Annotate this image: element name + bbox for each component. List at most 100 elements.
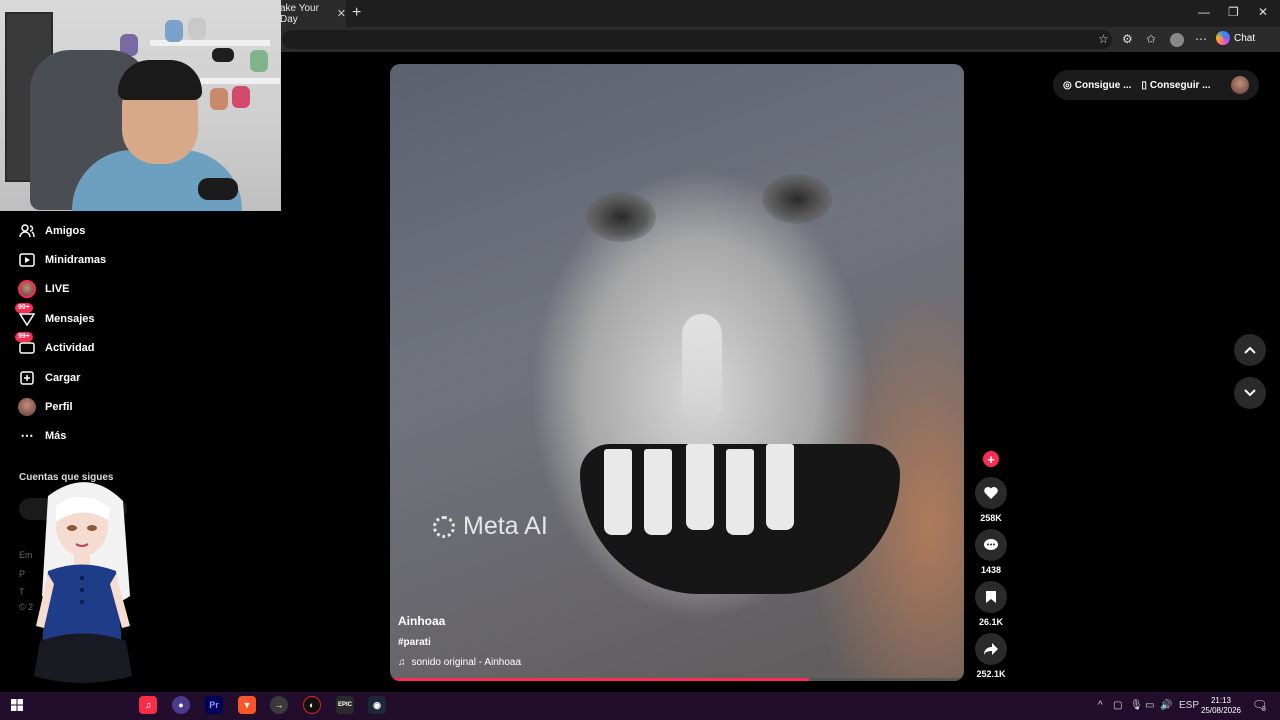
next-video-button[interactable]: [1234, 377, 1266, 409]
like-button[interactable]: [975, 477, 1007, 509]
tray-app-icon[interactable]: ▢: [1113, 700, 1122, 711]
messages-icon: 99+: [15, 302, 36, 328]
sidebar-item-label: Perfil: [45, 401, 73, 414]
chevron-up-icon: [1244, 346, 1256, 354]
share-count: 252.1K: [976, 669, 1006, 679]
vtuber-character-overlay: [34, 482, 132, 683]
save-button[interactable]: [975, 581, 1007, 613]
sidebar-item-label: LIVE: [45, 283, 70, 296]
sidebar-item-label: Amigos: [45, 224, 86, 237]
get-app-label: Conseguir ...: [1149, 79, 1211, 91]
sidebar-item-minidramas[interactable]: Minidramas: [0, 245, 160, 274]
profile-avatar: [18, 398, 36, 417]
clock[interactable]: 21:13 25/08/2026: [1198, 696, 1244, 716]
profile-avatar-icon[interactable]: [1170, 33, 1184, 47]
steam-app-icon[interactable]: ◉: [368, 696, 386, 714]
music-app-icon[interactable]: ♫: [139, 696, 157, 714]
account-avatar[interactable]: [1231, 76, 1249, 94]
webcam-figure: [212, 48, 234, 62]
chevron-up-tray-icon[interactable]: ^: [1098, 700, 1103, 711]
extensions-icon[interactable]: ⚙: [1122, 32, 1133, 46]
coins-icon: ◎: [1063, 79, 1072, 91]
tab-active[interactable]: ake Your Day ✕: [270, 0, 346, 27]
live-avatar-image: [18, 280, 36, 299]
webcam-microphone: [198, 178, 238, 200]
film-icon: [18, 251, 36, 269]
video-face-tooth: [726, 449, 754, 535]
video-sound-label: sonido original - Ainhoaa: [411, 657, 522, 668]
video-face-tooth: [644, 449, 672, 535]
language-indicator[interactable]: ESP: [1179, 700, 1199, 711]
get-coins-button[interactable]: ◎ Consigue ...: [1063, 80, 1131, 91]
restore-button[interactable]: ❐: [1228, 5, 1239, 19]
volume-icon[interactable]: 🔊: [1160, 700, 1172, 711]
more-menu-icon[interactable]: ⋯: [1195, 32, 1207, 46]
friends-icon: [18, 222, 36, 240]
video-face-eye: [762, 174, 832, 224]
share-icon: [984, 643, 998, 655]
notifications-count: 3: [1262, 706, 1266, 713]
sidebar-item-mas[interactable]: ⋯ Más: [0, 422, 160, 451]
sidebar-item-amigos[interactable]: Amigos: [0, 216, 160, 245]
sidebar-item-mensajes[interactable]: 99+ Mensajes: [0, 302, 160, 333]
like-count: 258K: [980, 513, 1002, 523]
video-hashtag[interactable]: #parati: [398, 637, 431, 648]
sidebar-item-actividad[interactable]: 99+ Actividad: [0, 332, 160, 363]
activity-icon: 99+: [15, 332, 36, 357]
top-right-actions: ◎ Consigue ... ▯ Conseguir ...: [1053, 70, 1259, 100]
video-author[interactable]: Ainhoaa: [398, 614, 445, 628]
video-face-eye: [586, 192, 656, 242]
webcam-figure: [232, 86, 250, 108]
copilot-chat-button[interactable]: Chat: [1216, 31, 1255, 45]
epic-games-icon[interactable]: EPIC: [336, 696, 354, 714]
window-close-button[interactable]: ✕: [1258, 5, 1268, 19]
sidebar-item-live[interactable]: LIVE: [0, 275, 160, 304]
video-player[interactable]: Meta AI Ainhoaa #parati ♫ sonido origina…: [390, 64, 964, 681]
copilot-icon: [1216, 31, 1230, 45]
music-note-icon: ♫: [398, 657, 406, 668]
microphone-icon[interactable]: 🎙: [1130, 700, 1143, 711]
chat-label: Chat: [1234, 32, 1256, 44]
share-button[interactable]: [975, 633, 1007, 665]
minimize-button[interactable]: —: [1198, 5, 1210, 19]
network-icon[interactable]: ▭: [1145, 700, 1154, 711]
video-progress-bar[interactable]: [390, 678, 964, 681]
live-avatar: [18, 280, 36, 299]
comment-button[interactable]: [975, 529, 1007, 561]
windows-start-icon[interactable]: [8, 696, 26, 714]
new-tab-button[interactable]: +: [352, 4, 361, 22]
app-icon[interactable]: →: [270, 696, 288, 714]
sidebar-item-perfil[interactable]: Perfil: [0, 392, 160, 421]
video-face-tooth: [766, 444, 794, 530]
webcam-person-hair: [118, 60, 202, 100]
save-count: 26.1K: [978, 617, 1004, 627]
webcam-figure: [165, 20, 183, 42]
upload-icon: [18, 369, 36, 387]
sidebar-item-cargar[interactable]: Cargar: [0, 363, 160, 392]
profile-avatar-image: [18, 398, 36, 417]
video-sound[interactable]: ♫ sonido original - Ainhoaa: [398, 657, 521, 668]
activity-badge: 99+: [15, 332, 33, 343]
brave-app-icon[interactable]: ▼: [238, 696, 256, 714]
follow-plus-button[interactable]: +: [983, 451, 999, 467]
sidebar-item-label: Mensajes: [45, 312, 95, 325]
get-app-button[interactable]: ▯ Conseguir ...: [1141, 80, 1210, 91]
tab-title: ake Your Day: [280, 2, 319, 25]
premiere-app-icon[interactable]: Pr: [205, 696, 223, 714]
more-icon: ⋯: [20, 428, 34, 444]
webcam-figure: [250, 50, 268, 72]
video-face-tooth: [686, 444, 714, 530]
tab-close-icon[interactable]: ✕: [337, 7, 346, 20]
taskbar: ♫ ● Pr ▼ → ◐ EPIC ◉ ^ ▢ 🎙 ▭ 🔊 ESP 21:13 …: [0, 692, 1280, 720]
sidebar-item-label: Cargar: [45, 371, 81, 384]
favorites-icon[interactable]: ✩: [1146, 32, 1156, 46]
previous-video-button[interactable]: [1234, 334, 1266, 366]
clock-time: 21:13: [1210, 696, 1232, 705]
discord-app-icon[interactable]: ●: [172, 696, 190, 714]
video-progress-fill: [390, 678, 810, 681]
favorite-star-icon[interactable]: ☆: [1098, 32, 1109, 46]
meta-ai-label: Meta AI: [463, 512, 548, 540]
url-field[interactable]: [282, 30, 1112, 49]
app-icon[interactable]: ◐: [303, 696, 321, 714]
phone-icon: ▯: [1141, 79, 1147, 91]
